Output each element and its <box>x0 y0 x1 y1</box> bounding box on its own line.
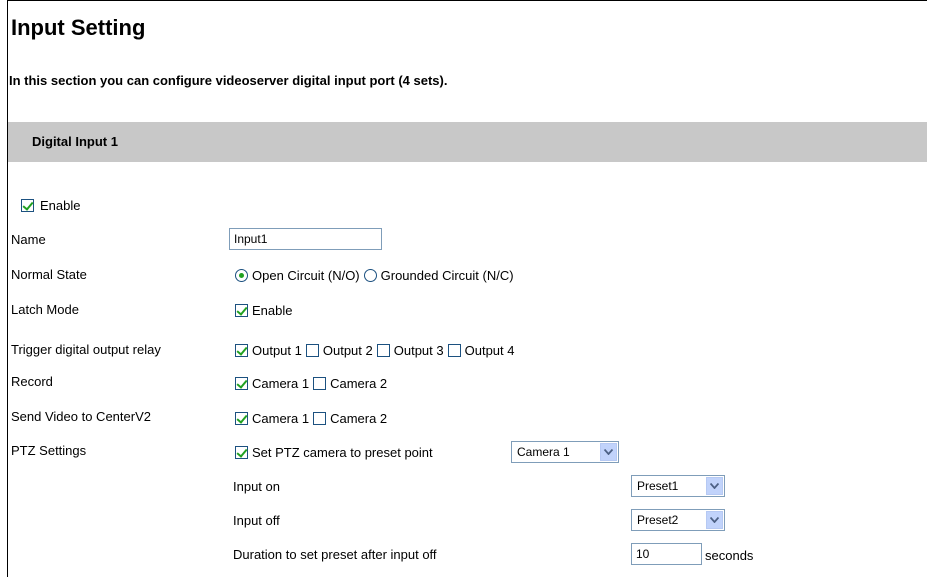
record-camera-1-label: Camera 1 <box>252 376 310 391</box>
output-2-checkbox[interactable] <box>305 344 319 357</box>
output-1-label: Output 1 <box>252 343 302 358</box>
page-title: Input Setting <box>11 15 146 40</box>
chevron-down-icon[interactable] <box>706 477 723 495</box>
ptz-camera-select[interactable]: Camera 1 <box>511 441 619 463</box>
page-frame-top <box>7 0 927 1</box>
duration-input[interactable] <box>631 543 702 565</box>
output-3-checkbox[interactable] <box>376 344 390 357</box>
input-on-select[interactable]: Preset1 <box>631 475 725 497</box>
input-off-label: Input off <box>233 513 280 528</box>
enable-checkbox[interactable] <box>21 199 34 212</box>
page-frame-left <box>7 0 8 577</box>
latch-mode-checkbox[interactable] <box>235 304 248 317</box>
enable-label: Enable <box>40 198 81 213</box>
section-header: Digital Input 1 <box>8 122 927 162</box>
section-title: Digital Input 1 <box>32 134 118 149</box>
radio-open-circuit-label: Open Circuit (N/O) <box>252 268 360 283</box>
name-label: Name <box>11 232 46 247</box>
page-description: In this section you can configure videos… <box>9 73 448 88</box>
latch-mode-control: Enable <box>235 303 296 318</box>
record-label: Record <box>11 374 53 389</box>
send-video-camera-2-label: Camera 2 <box>330 411 388 426</box>
output-4-label: Output 4 <box>464 343 515 358</box>
ptz-preset-checkbox[interactable] <box>235 446 248 459</box>
radio-open-circuit[interactable] <box>235 269 248 282</box>
output-2-label: Output 2 <box>322 343 373 358</box>
send-video-camera-1-label: Camera 1 <box>252 411 310 426</box>
record-camera-2-label: Camera 2 <box>330 376 388 391</box>
normal-state-options: Open Circuit (N/O) Grounded Circuit (N/C… <box>235 268 518 283</box>
normal-state-label: Normal State <box>11 267 87 282</box>
output-4-checkbox[interactable] <box>447 344 461 357</box>
enable-checkbox-row[interactable]: Enable <box>21 198 84 213</box>
duration-label: Duration to set preset after input off <box>233 547 437 562</box>
send-video-options: Camera 1 Camera 2 <box>235 411 391 426</box>
chevron-down-icon[interactable] <box>600 443 617 461</box>
radio-grounded-circuit[interactable] <box>363 269 377 282</box>
input-off-select[interactable]: Preset2 <box>631 509 725 531</box>
send-video-label: Send Video to CenterV2 <box>11 409 151 424</box>
record-camera-1-checkbox[interactable] <box>235 377 248 390</box>
trigger-relay-label: Trigger digital output relay <box>11 342 161 357</box>
chevron-down-icon[interactable] <box>706 511 723 529</box>
input-on-label: Input on <box>233 479 280 494</box>
name-input[interactable] <box>229 228 382 250</box>
ptz-preset-label: Set PTZ camera to preset point <box>252 445 433 460</box>
input-on-select-value: Preset1 <box>637 479 679 493</box>
radio-grounded-circuit-label: Grounded Circuit (N/C) <box>380 268 514 283</box>
duration-unit: seconds <box>705 548 754 563</box>
output-3-label: Output 3 <box>393 343 444 358</box>
ptz-camera-select-value: Camera 1 <box>517 445 570 459</box>
record-camera-2-checkbox[interactable] <box>313 377 327 390</box>
ptz-preset-control: Set PTZ camera to preset point <box>235 445 437 460</box>
latch-mode-label: Latch Mode <box>11 302 79 317</box>
input-off-select-value: Preset2 <box>637 513 679 527</box>
output-1-checkbox[interactable] <box>235 344 248 357</box>
send-video-camera-1-checkbox[interactable] <box>235 412 248 425</box>
send-video-camera-2-checkbox[interactable] <box>313 412 327 425</box>
record-options: Camera 1 Camera 2 <box>235 376 391 391</box>
ptz-settings-label: PTZ Settings <box>11 443 87 458</box>
trigger-relay-options: Output 1 Output 2 Output 3 Output 4 <box>235 343 519 358</box>
latch-mode-enable-label: Enable <box>252 303 293 318</box>
